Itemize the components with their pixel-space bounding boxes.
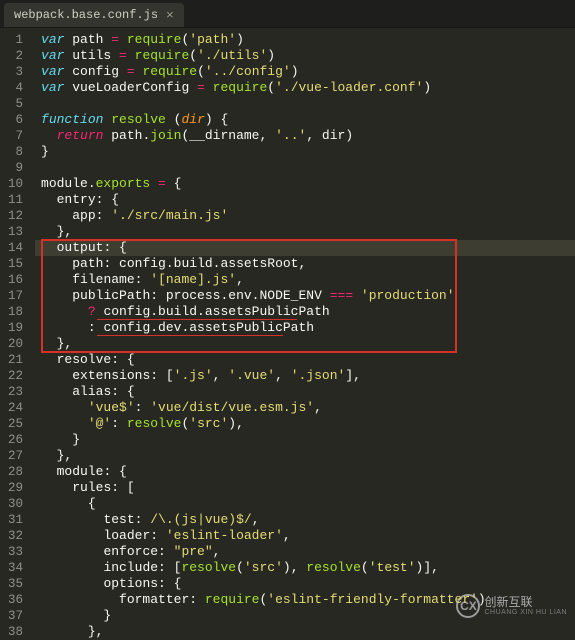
- code-area[interactable]: var path = require('path') var utils = r…: [35, 28, 575, 630]
- editor: 1234567891011121314151617181920212223242…: [0, 28, 575, 630]
- tab-filename: webpack.base.conf.js: [14, 8, 158, 22]
- underline-2: [97, 335, 283, 336]
- close-icon[interactable]: ×: [166, 9, 174, 22]
- underline-1: [97, 319, 297, 320]
- file-tab[interactable]: webpack.base.conf.js ×: [4, 3, 184, 27]
- line-number-gutter: 1234567891011121314151617181920212223242…: [0, 28, 35, 630]
- code-content: var path = require('path') var utils = r…: [41, 32, 575, 640]
- tab-bar: webpack.base.conf.js ×: [0, 0, 575, 28]
